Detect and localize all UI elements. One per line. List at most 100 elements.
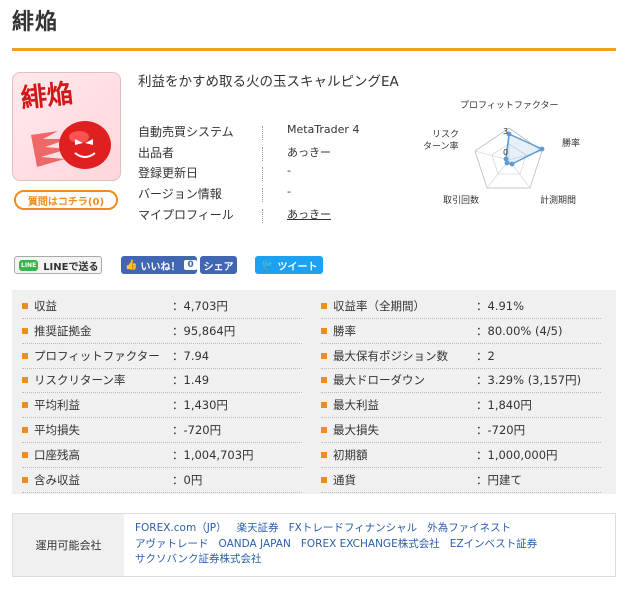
stat-label: プロフィットファクター	[34, 348, 160, 363]
stat-label: 最大利益	[333, 398, 379, 413]
broker-link[interactable]: FOREX.com（JP）	[135, 522, 227, 534]
facebook-like-button[interactable]: 👍 いいね！ 0	[121, 256, 197, 274]
radar-chart: 3 0	[474, 127, 545, 189]
broker-link[interactable]: FXトレードフィナンシャル	[289, 522, 418, 534]
stat-value: ：1,430円	[172, 398, 228, 413]
radar-axis-label: 勝率	[562, 139, 581, 149]
radar-tick-label: 3	[503, 127, 508, 136]
stat-value: ：1,840円	[476, 398, 532, 413]
stat-label: 最大損失	[333, 423, 379, 437]
bullet-icon	[22, 377, 28, 384]
stat-value: ：-720円	[172, 423, 222, 437]
brokers-line: サクソバンク証券株式会社	[135, 552, 605, 568]
profile-link[interactable]: あっきー	[287, 206, 331, 222]
bullet-icon	[321, 451, 327, 458]
broker-link[interactable]: アヴァトレード	[135, 538, 209, 550]
page-title: 緋焔	[12, 10, 59, 35]
radar-axis-label: 計測期間	[540, 196, 577, 206]
stat-row: プロフィットファクター ：7.94	[22, 344, 302, 369]
facebook-share-button[interactable]: シェア	[200, 256, 237, 274]
bullet-icon	[321, 377, 327, 384]
info-row-system: 自動売買システム MetaTrader 4	[138, 123, 438, 143]
brokers-line: FOREX.com（JP） 楽天証券 FXトレードフィナンシャル 外為ファイネスト	[135, 521, 605, 537]
info-label: 出品者	[138, 146, 175, 160]
broker-link[interactable]: FOREX EXCHANGE株式会社	[301, 538, 440, 550]
stat-label: リスクリターン率	[34, 373, 126, 388]
info-label: 登録更新日	[138, 166, 199, 180]
bullet-icon	[321, 303, 327, 309]
stat-row: 最大利益 ：1,840円	[321, 393, 601, 419]
title-underline	[12, 48, 616, 51]
bullet-icon	[321, 327, 327, 334]
stat-label: 推奨証拠金	[34, 323, 92, 338]
bullet-icon	[321, 402, 327, 409]
stat-label: 通貨	[333, 472, 356, 487]
thumbnail-text: 緋焔	[19, 78, 74, 114]
broker-link[interactable]: サクソバンク証券株式会社	[135, 553, 262, 565]
bullet-icon	[22, 352, 28, 359]
stat-value: ：80.00% (4/5)	[476, 323, 563, 338]
stat-row: 初期額 ：1,000,000円	[321, 443, 601, 468]
stat-row: 最大保有ポジション数 ：2	[321, 344, 601, 369]
stat-label: 平均損失	[34, 423, 80, 437]
broker-link[interactable]: EZインベスト証券	[450, 538, 538, 550]
bullet-icon	[22, 402, 28, 409]
brokers-list: FOREX.com（JP） 楽天証券 FXトレードフィナンシャル 外為ファイネストアヴ…	[135, 521, 605, 568]
stat-row: リスクリターン率 ：1.49	[22, 368, 302, 394]
brokers-header: 運用可能会社	[13, 514, 124, 576]
broker-link[interactable]: OANDA JAPAN	[219, 538, 291, 550]
stat-row: 平均利益 ：1,430円	[22, 393, 302, 419]
ea-thumbnail: 緋焔	[12, 72, 121, 181]
twitter-bird-icon: 🐦	[261, 259, 274, 271]
info-label: 自動売買システム	[138, 125, 234, 139]
stat-label: 含み収益	[34, 472, 80, 487]
radar-point	[509, 161, 515, 167]
ea-description-title: 利益をかすめ取る火の玉スキャルピングEA	[138, 74, 399, 90]
bullet-icon	[321, 427, 327, 433]
info-value: -	[287, 164, 291, 177]
bullet-icon	[22, 476, 28, 483]
stat-label: 初期額	[333, 447, 368, 462]
stat-label: 最大ドローダウン	[333, 373, 425, 388]
stat-value: ：4,703円	[172, 299, 228, 313]
info-row-updated: 登録更新日 -	[138, 164, 438, 184]
stat-row: 推奨証拠金 ：95,864円	[22, 319, 302, 344]
line-share-button[interactable]: LINE LINEで送る	[14, 256, 102, 274]
fireball-image: 緋焔	[19, 78, 111, 169]
info-value: あっきー	[287, 146, 331, 159]
radar-axis-label: 取引回数	[443, 196, 480, 206]
tweet-label: ツイート	[277, 261, 318, 273]
stat-row: 通貨 ：円建て	[321, 468, 601, 493]
stat-value: ：2	[476, 348, 495, 363]
radar-point	[503, 156, 509, 162]
stat-value: ：7.94	[172, 348, 210, 363]
info-value: -	[287, 185, 291, 198]
radar-axis-label: ターン率	[423, 142, 459, 152]
fb-like-label: いいね！	[140, 261, 181, 273]
bullet-icon	[22, 327, 28, 334]
stat-value: ：1,004,703円	[172, 447, 254, 462]
stat-row: 勝率 ：80.00% (4/5)	[321, 319, 601, 344]
stat-row: 口座残高 ：1,004,703円	[22, 443, 302, 468]
stat-row: 最大ドローダウン ：3.29% (3,157円)	[321, 368, 601, 394]
line-share-label: LINEで送る	[43, 261, 99, 273]
bullet-icon	[321, 352, 327, 359]
stat-value: ：1.49	[172, 373, 210, 388]
fb-like-count: 0	[184, 260, 197, 270]
question-button[interactable]: 質問はコチラ(0)	[14, 190, 118, 210]
supported-brokers: 運用可能会社 FOREX.com（JP） 楽天証券 FXトレードフィナンシャル 外為フ…	[12, 513, 616, 577]
stat-value: ：4.91%	[476, 299, 525, 313]
broker-link[interactable]: 外為ファイネスト	[427, 522, 511, 534]
radar-tick-label: 0	[503, 148, 508, 157]
broker-link[interactable]: 楽天証券	[237, 522, 279, 534]
stats-table: 収益 ：4,703円 収益率（全期間） ：4.91% 推奨証拠金 ：95,864円 勝率 ：8…	[12, 290, 616, 494]
stat-value: ：1,000,000円	[476, 447, 558, 462]
info-row-seller: 出品者 あっきー	[138, 144, 438, 164]
bullet-icon	[22, 427, 28, 433]
tweet-button[interactable]: 🐦 ツイート	[255, 256, 323, 274]
stat-row: 収益 ：4,703円	[22, 294, 302, 319]
stat-row: 最大損失 ：-720円	[321, 418, 601, 443]
bullet-icon	[22, 303, 28, 309]
stat-label: 収益率（全期間）	[333, 299, 425, 313]
stat-row: 平均損失 ：-720円	[22, 418, 302, 443]
